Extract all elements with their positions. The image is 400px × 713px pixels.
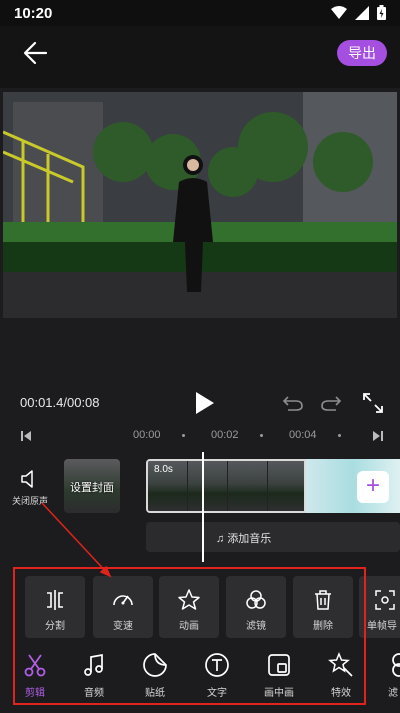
mute-original-sound-button[interactable]: 关闭原声 <box>8 468 52 512</box>
magic-wand-icon <box>328 652 353 677</box>
tool-label: 单帧导 <box>367 621 397 632</box>
tab-label: 滤 <box>388 688 398 699</box>
tab-sticker[interactable]: 贴纸 <box>130 652 180 699</box>
undo-icon[interactable] <box>282 394 304 412</box>
export-button[interactable]: 导出 <box>337 40 387 66</box>
text-t-icon <box>205 653 229 677</box>
tab-label: 贴纸 <box>145 688 165 699</box>
redo-icon[interactable] <box>320 394 342 412</box>
tab-filter[interactable]: 滤 <box>378 652 400 699</box>
tool-label: 分割 <box>45 621 65 632</box>
timeline-ruler: 00:00 00:02 00:04 <box>0 424 400 448</box>
video-scene <box>3 92 397 318</box>
tab-label: 音频 <box>84 688 104 699</box>
tool-label: 变速 <box>113 621 133 632</box>
trash-icon <box>315 590 331 610</box>
video-preview[interactable] <box>3 92 397 318</box>
clip-frame <box>268 461 304 511</box>
sticker-icon <box>143 653 167 677</box>
tab-label: 特效 <box>331 688 351 699</box>
ruler-mark: 00:00 <box>133 429 161 441</box>
tab-picture-in-picture[interactable]: 画中画 <box>254 652 304 699</box>
tool-label: 滤镜 <box>246 621 266 632</box>
clip-frame <box>228 461 268 511</box>
tool-label: 动画 <box>179 621 199 632</box>
tab-text[interactable]: 文字 <box>192 652 242 699</box>
wifi-icon <box>331 5 347 19</box>
music-note-small-icon: ♫ <box>216 533 225 545</box>
star-sparkle-icon <box>178 589 200 610</box>
set-cover-button[interactable]: 设置封面 <box>64 459 120 513</box>
tool-label: 删除 <box>313 621 333 632</box>
playback-controls: 00:01.4/00:08 <box>0 382 400 424</box>
tab-audio[interactable]: 音频 <box>69 652 119 699</box>
skip-start-icon[interactable] <box>20 430 32 442</box>
play-icon[interactable] <box>192 390 216 416</box>
status-time: 10:20 <box>14 5 53 22</box>
signal-icon <box>355 5 369 20</box>
battery-icon <box>377 5 386 20</box>
tool-split[interactable]: 分割 <box>25 576 85 638</box>
tool-animation[interactable]: 动画 <box>159 576 219 638</box>
mute-label: 关闭原声 <box>11 496 48 506</box>
clip-frame <box>188 461 228 511</box>
tab-label: 文字 <box>207 688 227 699</box>
speaker-icon <box>21 470 33 488</box>
skip-end-icon[interactable] <box>372 430 384 442</box>
add-clip-button[interactable]: + <box>357 471 389 503</box>
tab-label: 剪辑 <box>25 688 45 699</box>
tool-filter[interactable]: 滤镜 <box>226 576 286 638</box>
speedometer-icon <box>113 595 133 606</box>
add-music-button[interactable]: ♫ 添加音乐 <box>146 522 400 552</box>
music-note-icon <box>84 653 103 676</box>
bottom-tabs: 剪辑 音频 贴纸 文字 画中画 特效 滤 <box>0 648 400 706</box>
split-icon <box>47 590 63 610</box>
tool-delete[interactable]: 删除 <box>293 576 353 638</box>
tab-label: 画中画 <box>264 688 294 699</box>
filter-circles-icon <box>246 590 266 609</box>
status-icons <box>331 5 386 20</box>
arrow-left-icon[interactable] <box>20 38 50 68</box>
ruler-mark: 00:02 <box>211 429 239 441</box>
tab-effects[interactable]: 特效 <box>316 652 366 699</box>
filter-icon <box>392 653 400 677</box>
video-clip[interactable]: 8.0s <box>146 459 306 513</box>
playhead[interactable] <box>202 452 204 562</box>
timecode: 00:01.4/00:08 <box>20 395 100 410</box>
ruler-mark: 00:04 <box>289 429 317 441</box>
tool-frame-export[interactable]: 单帧导 <box>359 576 400 638</box>
tool-speed[interactable]: 变速 <box>93 576 153 638</box>
frame-export-icon <box>375 590 395 610</box>
scissors-icon <box>24 654 46 677</box>
clip-duration: 8.0s <box>154 464 173 475</box>
ruler-dot <box>182 434 185 437</box>
cover-label: 设置封面 <box>70 482 114 494</box>
status-bar: 10:20 <box>0 0 400 26</box>
add-music-label: ♫ 添加音乐 <box>216 530 271 546</box>
edit-tools: 分割 变速 动画 滤镜 删除 单帧导 <box>0 576 400 640</box>
tab-edit[interactable]: 剪辑 <box>10 652 60 699</box>
add-music-text: 添加音乐 <box>227 533 272 545</box>
fullscreen-icon[interactable] <box>362 392 384 414</box>
ruler-dot <box>338 434 341 437</box>
ruler-dot <box>260 434 263 437</box>
picture-in-picture-icon <box>268 654 290 676</box>
